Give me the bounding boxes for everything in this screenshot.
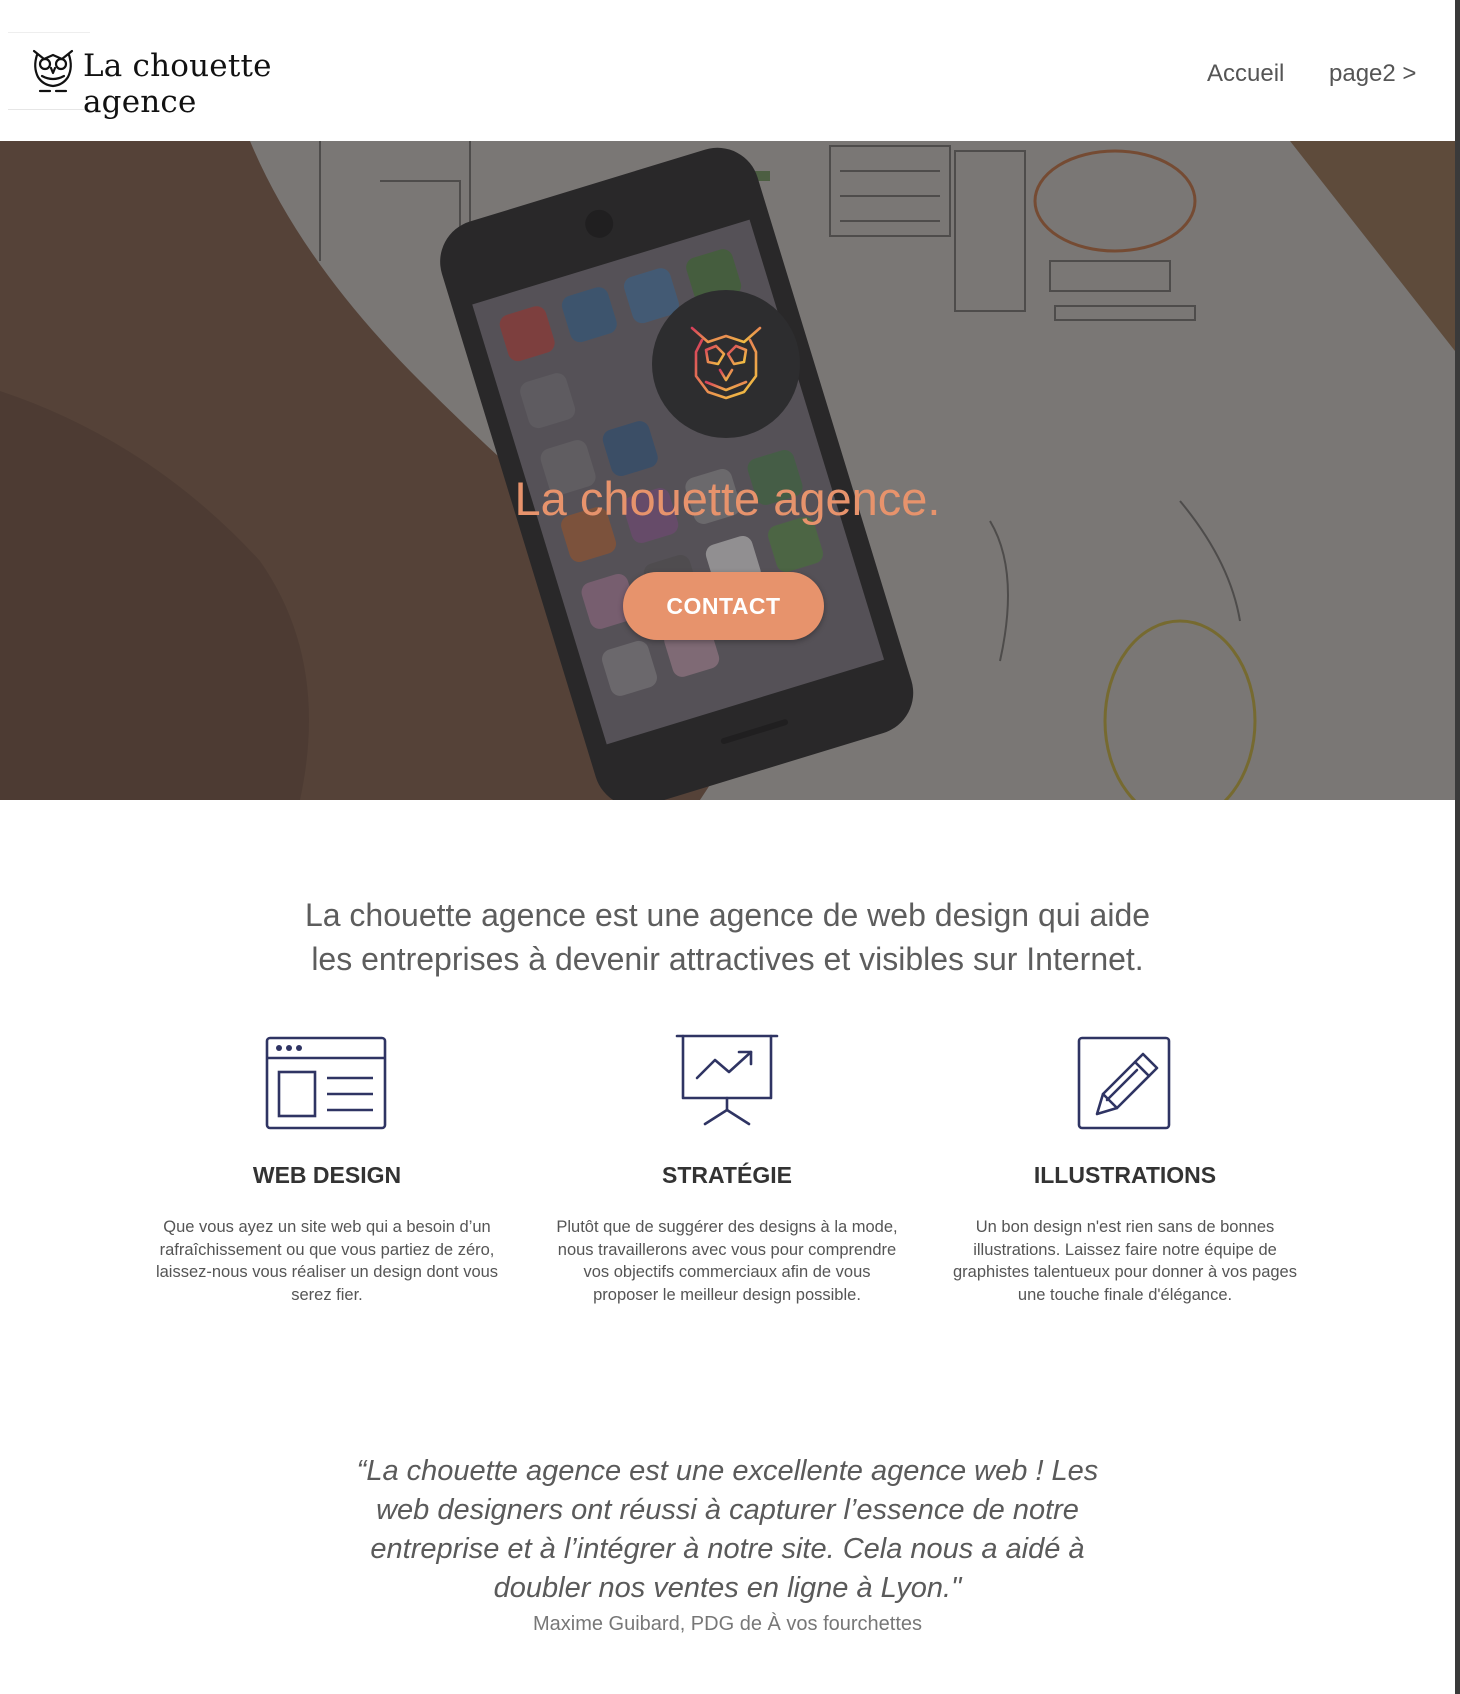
quote-line: “La chouette agence est une excellente a… bbox=[356, 1455, 1099, 1487]
feature-description: Plutôt que de suggérer des designs à la … bbox=[555, 1216, 899, 1306]
logo-text: La chouette agence bbox=[83, 48, 272, 120]
hero-title: La chouette agence. bbox=[514, 472, 941, 525]
testimonial-author: Maxime Guibard, PDG de À vos fourchettes bbox=[532, 1613, 923, 1635]
feature-description-line: laissez-nous vous réaliser un design don… bbox=[155, 1263, 499, 1281]
feature-description-line: graphistes talentueux pour donner à vos … bbox=[953, 1263, 1297, 1281]
owl-logo-icon bbox=[32, 49, 74, 93]
feature-description-line: Que vous ayez un site web qui a besoin d… bbox=[163, 1218, 491, 1236]
quote-line: web designers ont réussi à capturer l’es… bbox=[376, 1494, 1079, 1526]
presentation-chart-icon bbox=[675, 1034, 779, 1126]
feature-description: Que vous ayez un site web qui a besoin d… bbox=[155, 1216, 499, 1306]
window-edge bbox=[1455, 0, 1460, 1694]
feature-description: Un bon design n'est rien sans de bonnes … bbox=[953, 1216, 1297, 1306]
feature-strategie: STRATÉGIE Plutôt que de suggérer des des… bbox=[547, 1030, 907, 1304]
web-layout-icon bbox=[265, 1036, 387, 1130]
feature-description-line: serez fier. bbox=[291, 1285, 363, 1304]
logo-link[interactable]: La chouette agence bbox=[8, 32, 353, 120]
feature-description-line: illustrations. Laissez faire notre équip… bbox=[973, 1240, 1277, 1259]
nav-page2[interactable]: page2 > bbox=[1329, 60, 1416, 88]
nav-accueil[interactable]: Accueil bbox=[1207, 60, 1284, 88]
feature-description-line: Plutôt que de suggérer des designs à la … bbox=[556, 1218, 898, 1236]
page: La chouette agence Accueil page2 > La ch… bbox=[0, 0, 1455, 1694]
pencil-icon bbox=[1077, 1036, 1171, 1130]
feature-description-line: nous travaillerons avec vous pour compre… bbox=[557, 1240, 897, 1259]
quote-line: doubler nos ventes en ligne à Lyon." bbox=[493, 1572, 962, 1604]
testimonial-quote: “La chouette agence est une excellente a… bbox=[310, 1452, 1145, 1608]
feature-title: ILLUSTRATIONS bbox=[1033, 1162, 1217, 1188]
feature-description-line: Un bon design n'est rien sans de bonnes bbox=[975, 1218, 1275, 1236]
feature-description-line: rafraîchissement ou que vous partiez de … bbox=[159, 1240, 495, 1259]
feature-description-line: proposer le meilleur design possible. bbox=[593, 1285, 861, 1304]
contact-button[interactable]: CONTACT bbox=[623, 572, 824, 640]
feature-description-line: vos objectifs commerciaux afin de vous bbox=[583, 1263, 871, 1281]
owl-logo-icon bbox=[690, 326, 762, 408]
quote-line: entreprise et à l’intégrer à notre site.… bbox=[370, 1533, 1085, 1565]
feature-title: WEB DESIGN bbox=[252, 1162, 402, 1188]
site-header: La chouette agence Accueil page2 > bbox=[0, 0, 1455, 141]
intro-text: La chouette agence est une agence de web… bbox=[0, 893, 1455, 981]
feature-title: STRATÉGIE bbox=[662, 1162, 792, 1188]
feature-web-design: WEB DESIGN Que vous ayez un site web qui… bbox=[147, 1030, 507, 1304]
intro-line: les entreprises à devenir attractives et… bbox=[311, 941, 1144, 977]
hero-banner: La chouette agence. CONTACT bbox=[0, 141, 1455, 800]
hero-owl-badge bbox=[652, 290, 800, 438]
feature-illustrations: ILLUSTRATIONS Un bon design n'est rien s… bbox=[945, 1030, 1305, 1304]
intro-line: La chouette agence est une agence de web… bbox=[304, 897, 1151, 933]
feature-description-line: une touche finale d'élégance. bbox=[1017, 1285, 1233, 1304]
